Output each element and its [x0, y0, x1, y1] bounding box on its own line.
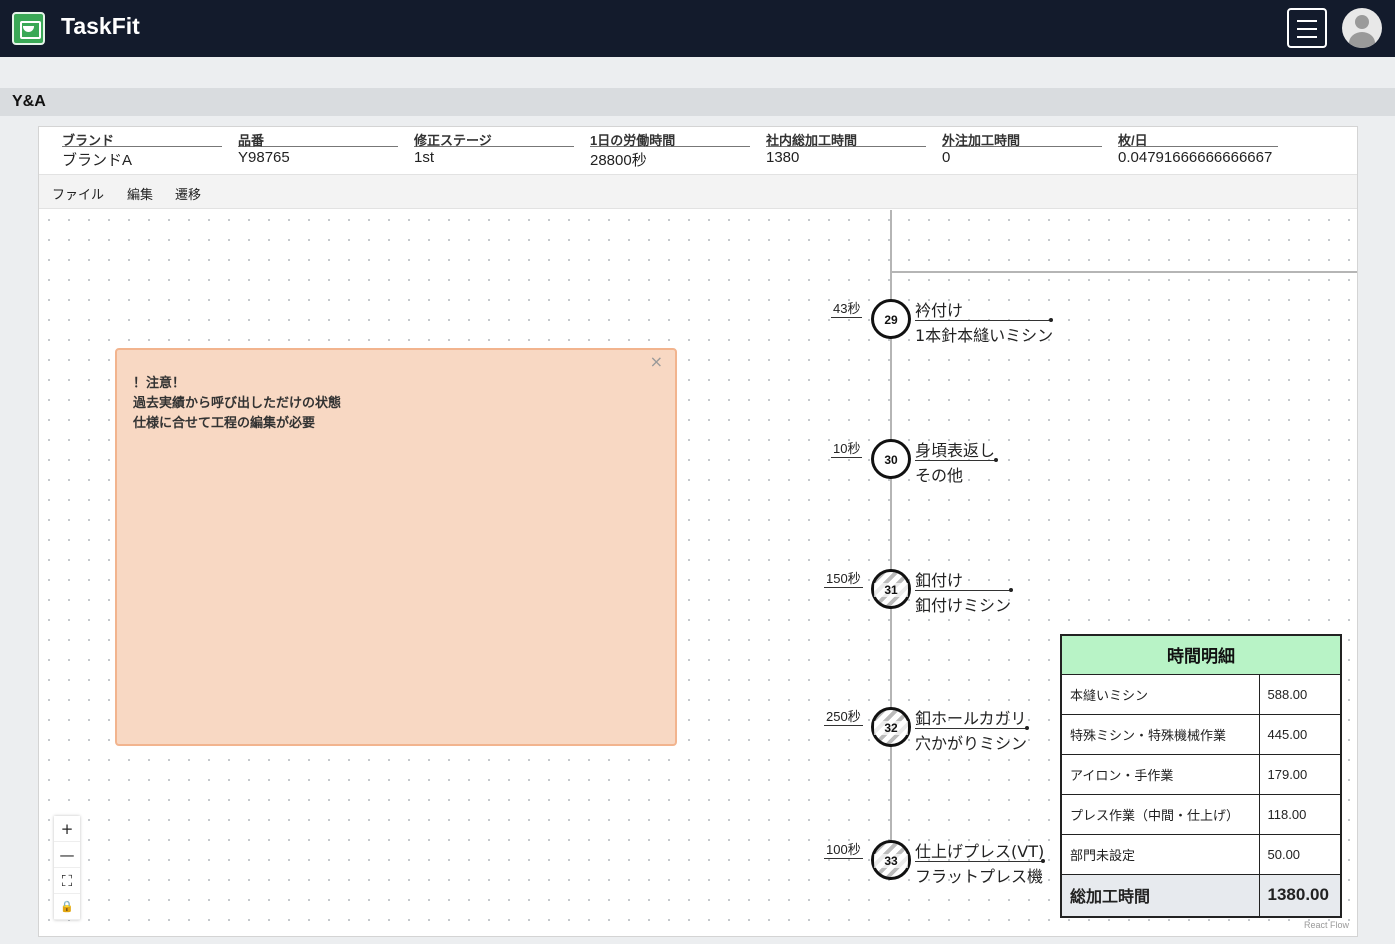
info-outsourced-time: 外注加工時間 0 [942, 130, 1102, 166]
node-underline [915, 861, 1043, 862]
row-value: 445.00 [1258, 713, 1342, 755]
time-breakdown-table: 時間明細 本縫いミシン 588.00 特殊ミシン・特殊機械作業 445.00 ア… [1060, 634, 1342, 918]
info-daily-work-time: 1日の労働時間 28800秒 [590, 130, 750, 170]
node-process-name: 仕上げプレス(VT) [915, 842, 1045, 861]
info-label: 品番 [238, 130, 398, 148]
page-header: Y&A [0, 88, 1395, 116]
node-number: 33 [874, 854, 908, 868]
node-underline [915, 460, 996, 461]
node-number: 32 [874, 721, 908, 735]
info-value: 28800秒 [590, 152, 647, 169]
menu-icon-bar [1297, 28, 1317, 30]
total-label: 総加工時間 [1060, 873, 1260, 918]
hamburger-menu-button[interactable] [1287, 8, 1327, 48]
node-time: 250秒 [824, 706, 863, 726]
node-time: 100秒 [824, 839, 863, 859]
note-line: 仕様に合せて工程の編集が必要 [133, 416, 316, 431]
info-label: ブランド [62, 130, 222, 148]
close-icon[interactable]: × [650, 352, 663, 371]
row-value: 118.00 [1258, 793, 1342, 835]
row-label: 特殊ミシン・特殊機械作業 [1060, 713, 1260, 755]
info-internal-processing-time: 社内総加工時間 1380 [766, 130, 926, 166]
node-machine: フラットプレス機 [915, 867, 1044, 886]
node-circle[interactable]: 32 [871, 707, 911, 747]
node-time: 43秒 [831, 298, 863, 318]
zoom-in-button[interactable]: + [54, 816, 80, 842]
menu-file[interactable]: ファイル [52, 184, 104, 203]
info-label: 外注加工時間 [942, 130, 1102, 148]
info-value: 0 [942, 149, 951, 166]
node-machine: 穴かがりミシン [915, 734, 1028, 753]
node-circle[interactable]: 30 [871, 439, 911, 479]
node-circle[interactable]: 33 [871, 840, 911, 880]
info-label: 枚/日 [1118, 130, 1278, 148]
info-value: 1st [414, 149, 435, 166]
note-line: ！注意！ [133, 376, 186, 391]
node-machine: 1本針本縫いミシン [915, 326, 1054, 345]
info-value: 0.04791666666666667 [1118, 149, 1273, 166]
fit-view-button[interactable]: ⛶ [54, 868, 80, 894]
row-label: プレス作業（中間・仕上げ） [1060, 793, 1260, 835]
zoom-out-button[interactable]: — [54, 842, 80, 868]
info-label: 修正ステージ [414, 130, 574, 148]
node-machine: 釦付けミシン [915, 596, 1012, 615]
info-label: 社内総加工時間 [766, 130, 926, 148]
note-line: 過去実績から呼び出しただけの状態 [133, 396, 342, 411]
node-machine: その他 [915, 466, 964, 485]
info-value: ブランドA [62, 152, 133, 169]
table-total-row: 総加工時間 1380.00 [1060, 873, 1342, 918]
table-row: プレス作業（中間・仕上げ） 118.00 [1060, 793, 1342, 835]
user-avatar-button[interactable] [1342, 8, 1382, 48]
info-product-number: 品番 Y98765 [238, 130, 398, 166]
table-row: 本縫いミシン 588.00 [1060, 673, 1342, 715]
node-number: 29 [884, 313, 898, 327]
node-number: 31 [874, 583, 908, 597]
table-title: 時間明細 [1060, 634, 1342, 675]
node-underline [915, 320, 1051, 321]
node-process-name: 衿付け [915, 301, 964, 320]
info-label: 1日の労働時間 [590, 130, 750, 148]
lock-button[interactable]: 🔒 [54, 894, 80, 920]
node-time: 150秒 [824, 568, 863, 588]
top-navbar: TaskFit [0, 0, 1395, 57]
info-value: Y98765 [238, 149, 290, 166]
row-label: 本縫いミシン [1060, 673, 1260, 715]
react-flow-attribution[interactable]: React Flow [1304, 920, 1349, 930]
sewing-machine-logo-icon[interactable] [12, 12, 45, 45]
info-value: 1380 [766, 149, 800, 166]
node-process-name: 釦付け [915, 571, 964, 590]
info-pieces-per-day: 枚/日 0.04791666666666667 [1118, 130, 1278, 166]
row-label: 部門未設定 [1060, 833, 1260, 875]
warning-note[interactable]: × ！注意！ 過去実績から呼び出しただけの状態 仕様に合せて工程の編集が必要 [115, 348, 677, 746]
node-time: 10秒 [831, 438, 863, 458]
row-value: 588.00 [1258, 673, 1342, 715]
app-title[interactable]: TaskFit [61, 13, 140, 40]
node-circle[interactable]: 29 [871, 299, 911, 339]
info-revision-stage: 修正ステージ 1st [414, 130, 574, 166]
menu-edit[interactable]: 編集 [127, 184, 153, 203]
node-process-name: 釦ホールカガリ [915, 709, 1027, 728]
table-row: 特殊ミシン・特殊機械作業 445.00 [1060, 713, 1342, 755]
node-circle[interactable]: 31 [871, 569, 911, 609]
row-label: アイロン・手作業 [1060, 753, 1260, 795]
flow-controls: + — ⛶ 🔒 [54, 816, 80, 920]
row-value: 50.00 [1258, 833, 1342, 875]
row-value: 179.00 [1258, 753, 1342, 795]
menu-toolbar: ファイル 編集 遷移 [39, 174, 1357, 209]
menu-icon-bar [1297, 36, 1317, 38]
node-number: 30 [884, 453, 898, 467]
node-process-name: 身頃表返し [915, 441, 996, 460]
table-row: 部門未設定 50.00 [1060, 833, 1342, 875]
total-value: 1380.00 [1258, 873, 1342, 918]
page-title: Y&A [12, 93, 46, 110]
node-underline [915, 590, 1011, 591]
table-row: アイロン・手作業 179.00 [1060, 753, 1342, 795]
node-handle[interactable] [994, 458, 998, 462]
info-brand: ブランド ブランドA [62, 130, 222, 170]
menu-icon-bar [1297, 20, 1317, 22]
menu-transition[interactable]: 遷移 [175, 184, 201, 203]
node-underline [915, 728, 1027, 729]
